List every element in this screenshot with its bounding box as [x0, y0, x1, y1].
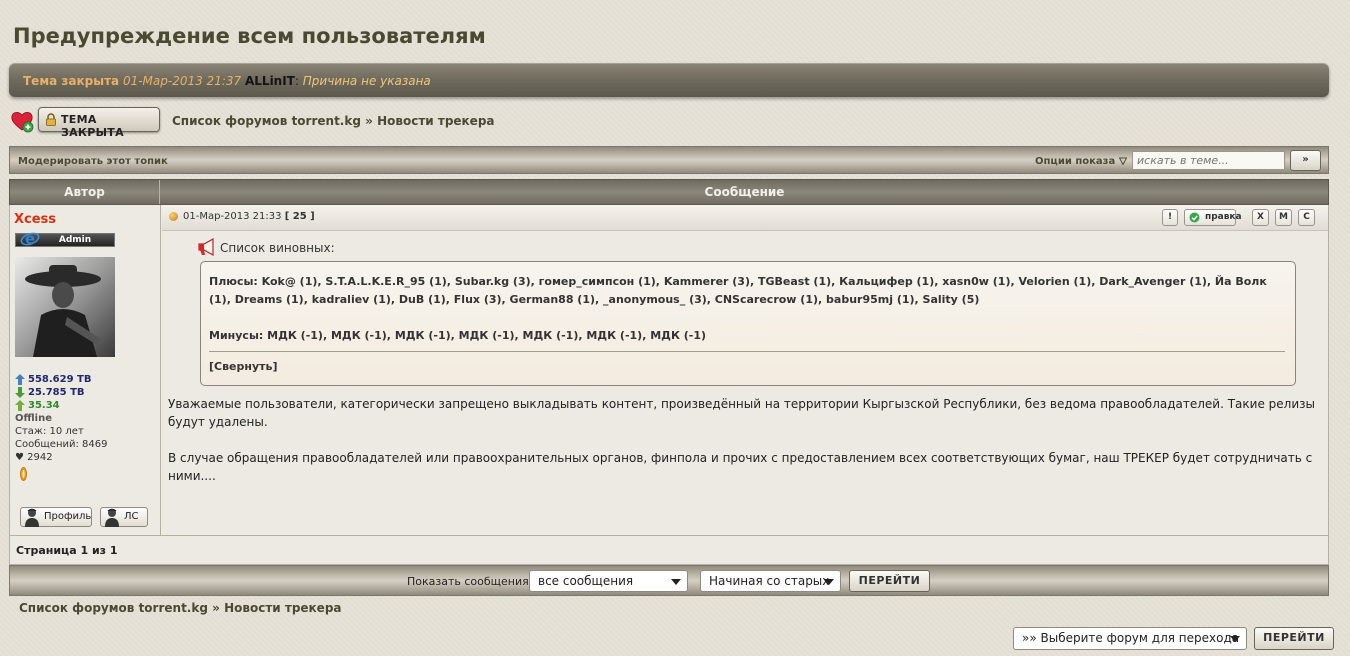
post-paragraph: Уважаемые пользователи, категорически за… — [168, 397, 1315, 429]
author-stats: 558.629 TB 25.785 TB 35.34 Offline Стаж:… — [15, 374, 108, 465]
view-options-toggle[interactable]: Опции показа — [1035, 156, 1128, 167]
svg-text:e: e — [25, 230, 35, 248]
author-actions: Профиль ЛС — [20, 507, 150, 527]
online-status: Offline — [15, 413, 52, 424]
author-column-header: Автор — [10, 180, 160, 204]
uploaded-amount: 558.629 TB — [28, 374, 92, 385]
delete-button[interactable]: X — [1252, 209, 1269, 226]
spoiler-collapse-link[interactable]: [Свернуть] — [209, 358, 1285, 376]
closed-reason: Причина не указана — [302, 74, 431, 88]
author-reputation: ♥ 2942 — [15, 452, 53, 463]
forum-jump-select-value: »» Выберите форум для перехода — [1022, 631, 1240, 645]
author-name[interactable]: Xcess — [14, 212, 56, 227]
post-status-icon — [169, 212, 178, 221]
pagination-row: Страница 1 из 1 — [9, 535, 1329, 565]
breadcrumb-section-link[interactable]: Новости трекера — [377, 114, 494, 128]
edit-button[interactable]: правка — [1184, 209, 1242, 226]
forum-jump-select[interactable]: »» Выберите форум для перехода — [1013, 627, 1247, 650]
breadcrumb-forums-link[interactable]: Список форумов torrent.kg — [19, 601, 208, 615]
nav-row: Тема закрыта Список форумов torrent.kg »… — [10, 105, 710, 139]
spoiler-divider — [209, 351, 1285, 352]
ratio-icon — [15, 400, 25, 411]
breadcrumb-section-link[interactable]: Новости трекера — [224, 601, 341, 615]
download-arrow-icon — [15, 387, 25, 398]
author-post-count: Сообщений: 8469 — [15, 439, 108, 450]
author-panel: Xcess e Admin 558.629 TB 25.785 TB 35.34… — [10, 205, 161, 535]
spoiler-box: Плюсы: Kok@ (1), S.T.A.L.K.E.R_95 (1), S… — [200, 261, 1296, 386]
edit-button-label: правка — [1205, 212, 1242, 222]
gender-icon — [20, 467, 27, 481]
message-column-header: Сообщение — [704, 185, 785, 199]
show-posts-select[interactable]: все сообщения — [529, 570, 688, 592]
filter-triangle-icon — [1118, 157, 1128, 166]
chevron-down-icon — [671, 579, 681, 585]
megaphone-icon — [198, 238, 214, 256]
ratio-value: 35.34 — [28, 400, 60, 411]
show-posts-select-value: все сообщения — [538, 574, 634, 588]
chevron-down-icon — [1230, 636, 1240, 642]
rank-label: Admin — [58, 235, 92, 245]
rank-badge: e Admin — [15, 230, 115, 248]
minus-list: Минусы: МДК (-1), МДК (-1), МДК (-1), МД… — [209, 329, 707, 342]
closed-date: 01-Мар-2013 21:37 — [122, 74, 242, 88]
spoiler-title[interactable]: Список виновных: — [196, 238, 335, 256]
post-header: 01-Мар-2013 21:33 [ 25 ] ! правка X M C — [162, 205, 1328, 231]
upload-arrow-icon — [15, 374, 25, 385]
page-title: Предупреждение всем пользователям — [13, 24, 486, 48]
closed-by-user[interactable]: ALLinIT — [245, 74, 295, 88]
moderate-post-button[interactable]: M — [1275, 209, 1292, 226]
topic-closed-bar: Тема закрыта 01-Мар-2013 21:37 ALLinIT: … — [9, 63, 1329, 97]
message-panel: 01-Мар-2013 21:33 [ 25 ] ! правка X M C … — [162, 205, 1328, 535]
topic-closed-button-label: Тема закрыта — [61, 113, 124, 139]
display-options-bar: Показать сообщения: все сообщения Начина… — [9, 565, 1329, 596]
post-paragraph: В случае обращения правообладателей или … — [168, 451, 1313, 483]
sort-order-select-value: Начиная со старых — [709, 574, 830, 588]
chevron-down-icon — [824, 579, 834, 585]
breadcrumb-separator: » — [212, 601, 220, 615]
posts-table-header: Автор Сообщение — [9, 179, 1329, 205]
author-tenure: Стаж: 10 лет — [15, 426, 84, 437]
profile-person-icon — [25, 508, 39, 527]
avatar-image — [15, 257, 115, 357]
favorite-add-icon[interactable] — [10, 109, 34, 133]
view-options-label: Опции показа — [1035, 156, 1116, 167]
breadcrumb: Список форумов torrent.kg » Новости трек… — [172, 114, 495, 128]
post-row: Xcess e Admin 558.629 TB 25.785 TB 35.34… — [9, 205, 1329, 535]
closed-label: Тема закрыта — [23, 74, 120, 88]
plus-list: Плюсы: Kok@ (1), S.T.A.L.K.E.R_95 (1), S… — [209, 275, 1267, 306]
pm-button-label: ЛС — [124, 511, 139, 522]
topic-closed-button[interactable]: Тема закрыта — [38, 107, 160, 139]
split-post-button[interactable]: C — [1298, 209, 1315, 226]
pm-person-icon — [105, 508, 119, 527]
post-number: [ 25 ] — [284, 211, 315, 222]
moderate-topic-link[interactable]: Модерировать этот топик — [18, 156, 168, 167]
avatar — [15, 257, 115, 357]
post-date[interactable]: 01-Мар-2013 21:33 [ 25 ] — [183, 211, 315, 222]
report-button[interactable]: ! — [1162, 209, 1178, 226]
spoiler-title-text: Список виновных: — [220, 241, 335, 255]
breadcrumb-separator: » — [365, 114, 373, 128]
topic-search-input[interactable] — [1132, 151, 1285, 170]
downloaded-amount: 25.785 TB — [28, 387, 85, 398]
apply-display-button[interactable]: ПЕРЕЙТИ — [849, 570, 930, 592]
sort-order-select[interactable]: Начиная со старых — [700, 570, 841, 592]
show-posts-label: Показать сообщения: — [407, 575, 533, 588]
topic-toolbar: Модерировать этот топик Опции показа » — [9, 146, 1329, 174]
breadcrumb-forums-link[interactable]: Список форумов torrent.kg — [172, 114, 361, 128]
topic-search-button[interactable]: » — [1290, 150, 1321, 171]
page-indicator: Страница 1 из 1 — [16, 544, 118, 557]
post-body: Уважаемые пользователи, категорически за… — [168, 395, 1318, 503]
forum-jump-button[interactable]: ПЕРЕЙТИ — [1254, 627, 1334, 650]
profile-button[interactable]: Профиль — [20, 507, 92, 527]
lock-icon — [46, 113, 56, 126]
rank-e-icon: e — [20, 230, 40, 248]
post-date-text: 01-Мар-2013 21:33 — [183, 211, 282, 222]
profile-button-label: Профиль — [44, 511, 92, 522]
check-icon — [1189, 212, 1200, 223]
bottom-breadcrumb: Список форумов torrent.kg » Новости трек… — [19, 601, 342, 615]
private-message-button[interactable]: ЛС — [100, 507, 148, 527]
